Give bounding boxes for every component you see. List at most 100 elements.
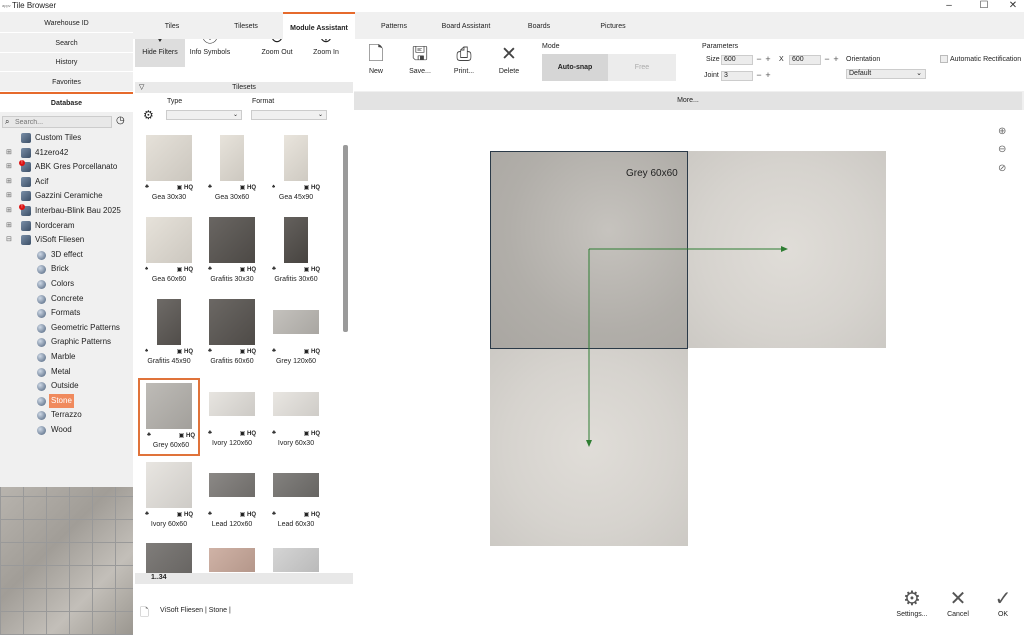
tile-card[interactable]: ♠ ▣ HQ Gea 45x90 (265, 132, 327, 210)
page-indicator[interactable]: 1..34 (151, 574, 167, 581)
tree-item[interactable]: Marble (0, 350, 133, 364)
expand-toggle-icon[interactable]: ⊞ (6, 146, 12, 160)
auto-snap-mode-button[interactable]: Auto-snap (542, 54, 608, 81)
nav-favorites[interactable]: Favorites (0, 74, 133, 92)
settings-button[interactable]: ⚙ Settings... (888, 587, 936, 618)
tree-item[interactable]: Brick (0, 262, 133, 276)
tree-item[interactable]: Stone (0, 393, 133, 408)
size-height-field[interactable]: 600 (789, 55, 821, 65)
tile-card[interactable]: ♣ ▣ HQ Lead 120x60 (201, 459, 263, 537)
tree-item[interactable]: Wood (0, 423, 133, 437)
canvas-zoom-out-icon[interactable]: ⊖ (998, 144, 1006, 155)
tile-card[interactable]: ♣ ▣ HQ Gea 30x30 (138, 132, 200, 210)
print-button[interactable]: ⎙ Print... (444, 42, 484, 75)
tile-card[interactable] (201, 540, 263, 573)
tile-card[interactable]: ♣ ▣ HQ Ivory 60x60 (138, 459, 200, 537)
tab-patterns[interactable]: Patterns (366, 12, 422, 39)
orientation-select[interactable]: Default ⌄ (846, 69, 926, 79)
nav-warehouse-id[interactable]: Warehouse ID (0, 15, 133, 33)
size-width-increase-button[interactable]: + (764, 54, 772, 64)
size-height-increase-button[interactable]: + (832, 54, 840, 64)
format-filter-select[interactable]: ⌄ (251, 110, 327, 120)
expand-toggle-icon[interactable]: ⊟ (6, 233, 12, 247)
tile-card[interactable]: ♣ ▣ HQ Grafitis 30x30 (201, 214, 263, 292)
expand-toggle-icon[interactable]: ⊞ (6, 160, 12, 174)
ok-button[interactable]: ✓ OK (979, 587, 1024, 618)
tile-card[interactable]: ♣ ▣ HQ Gea 30x60 (201, 132, 263, 210)
tile-card[interactable]: ♠ ▣ HQ Grafitis 45x90 (138, 296, 200, 374)
tree-item[interactable]: Graphic Patterns (0, 335, 133, 349)
new-button[interactable]: 🗋 New (356, 42, 396, 75)
gear-icon[interactable]: ⚙ (143, 108, 154, 122)
tab-pictures[interactable]: Pictures (585, 12, 641, 39)
size-width-field[interactable]: 600 (721, 55, 753, 65)
tree-item[interactable]: ⊞ Nordceram (0, 219, 133, 233)
size-width-decrease-button[interactable]: − (755, 54, 763, 64)
nav-search[interactable]: Search (0, 35, 133, 53)
tree-item[interactable]: ⊟ ViSoft Fliesen (0, 233, 133, 247)
tree-item[interactable]: Metal (0, 365, 133, 379)
tree-item[interactable]: Concrete (0, 292, 133, 306)
tile-card[interactable]: ♣ ▣ HQ Lead 60x30 (265, 459, 327, 537)
joint-decrease-button[interactable]: − (755, 70, 763, 80)
save-button[interactable]: 🖫 Save... (400, 42, 440, 75)
automatic-rectification-checkbox[interactable] (940, 55, 948, 63)
clock-icon[interactable]: ◷ (116, 115, 125, 126)
tree-item[interactable]: Custom Tiles (0, 131, 133, 145)
layers-icon: ▣ (239, 431, 247, 437)
tree-item[interactable]: 3D effect (0, 248, 133, 262)
tile-name: Ivory 120x60 (211, 440, 253, 447)
category-sphere-icon (37, 265, 46, 275)
tree-search[interactable]: ⌕ (2, 116, 112, 128)
tab-board-assistant[interactable]: Board Assistant (436, 12, 496, 39)
cancel-button[interactable]: ✕ Cancel (934, 587, 982, 618)
tree-search-input[interactable] (15, 118, 110, 127)
joint-increase-button[interactable]: + (764, 70, 772, 80)
tile-card[interactable]: ♣ ▣ HQ Ivory 120x60 (201, 378, 263, 456)
minimize-button[interactable]: – (938, 0, 960, 12)
tab-boards[interactable]: Boards (511, 12, 567, 39)
tree-item[interactable]: ⊞ Acif (0, 175, 133, 189)
tree-item[interactable]: Formats (0, 306, 133, 320)
tile-card[interactable]: ♣ ▣ HQ Grey 120x60 (265, 296, 327, 374)
tree-item[interactable]: ⊞ Gazzini Ceramiche (0, 189, 133, 203)
tile-grid-scrollbar[interactable] (343, 145, 348, 332)
expand-toggle-icon[interactable]: ⊞ (6, 175, 12, 189)
type-filter-select[interactable]: ⌄ (166, 110, 242, 120)
tree-item[interactable]: Geometric Patterns (0, 321, 133, 335)
grey-60x60-tile[interactable] (490, 151, 688, 349)
close-button[interactable]: ✕ (1002, 0, 1024, 12)
tab-module-assistant[interactable]: Module Assistant (283, 12, 355, 39)
joint-field[interactable]: 3 (721, 71, 753, 81)
tab-tilesets[interactable]: Tilesets (218, 12, 274, 39)
nav-history[interactable]: History (0, 54, 133, 72)
window-title: Tile Browser (12, 1, 57, 10)
nav-database[interactable]: Database (0, 92, 133, 112)
expand-toggle-icon[interactable]: ⊞ (6, 189, 12, 203)
tree-item[interactable]: Terrazzo (0, 408, 133, 422)
expand-toggle-icon[interactable]: ⊞ (6, 204, 12, 218)
tile-card[interactable]: ♣ ▣ HQ Grey 60x60 (138, 378, 200, 456)
tree-item[interactable]: ⊞ 41zero42 (0, 146, 133, 160)
tree-item[interactable]: ⊞! ABK Gres Porcellanato (0, 160, 133, 174)
delete-button[interactable]: ✕ Delete (489, 42, 529, 75)
tree-item[interactable]: Colors (0, 277, 133, 291)
tile-card[interactable]: ♣ ▣ HQ Grafitis 60x60 (201, 296, 263, 374)
maximize-button[interactable]: ☐ (973, 0, 995, 12)
tile-card[interactable] (138, 540, 200, 573)
tilesets-header[interactable]: ▽ Tilesets (135, 82, 353, 93)
free-mode-button[interactable]: Free (608, 54, 676, 81)
expand-toggle-icon[interactable]: ⊞ (6, 219, 12, 233)
tree-item[interactable]: ⊞! Interbau-Blink Bau 2025 (0, 204, 133, 218)
size-height-decrease-button[interactable]: − (823, 54, 831, 64)
database-cube-icon (21, 220, 31, 231)
tile-card[interactable]: ♣ ▣ HQ Ivory 60x30 (265, 378, 327, 456)
more-options-bar[interactable]: More... (354, 92, 1022, 110)
canvas-zoom-in-icon[interactable]: ⊕ (998, 126, 1006, 137)
tile-card[interactable]: ♣ ▣ HQ Grafitis 30x60 (265, 214, 327, 292)
tab-tiles[interactable]: Tiles (144, 12, 200, 39)
tile-card[interactable]: ♠ ▣ HQ Gea 60x60 (138, 214, 200, 292)
tile-card[interactable] (265, 540, 327, 573)
canvas-zoom-fit-icon[interactable]: ⊘ (998, 163, 1006, 174)
tree-item[interactable]: Outside (0, 379, 133, 393)
